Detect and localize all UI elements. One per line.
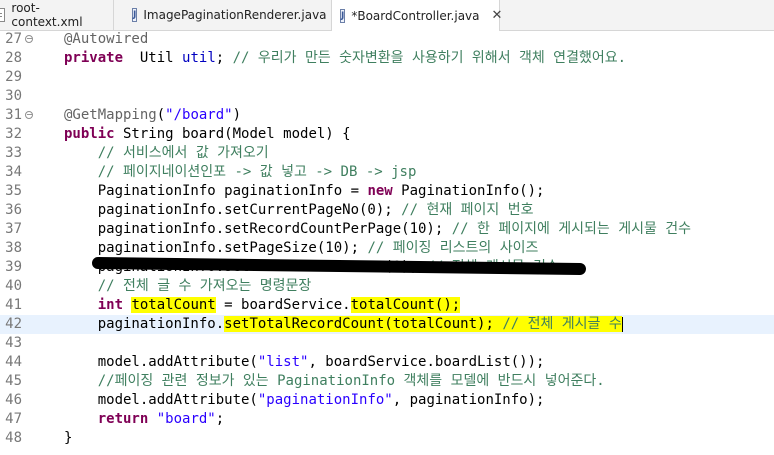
code-text: // 전체 글 수 가져오는 명령문장 — [97, 278, 312, 294]
code-text: private Util util; // 우리가 만든 숫자변환을 사용하기 … — [64, 50, 627, 66]
code-line[interactable]: 44 model.addAttribute("list", boardServi… — [0, 353, 774, 372]
line-number: 37 — [5, 221, 22, 237]
code-line[interactable]: 34 // 페이지네이션인포 -> 값 넣고 -> DB -> jsp — [0, 163, 774, 182]
java-file-icon: J — [340, 8, 346, 23]
tab-label: ImagePaginationRenderer.java — [143, 8, 327, 22]
code-text: model.addAttribute("list", boardService.… — [64, 354, 545, 370]
code-line[interactable]: 30 — [0, 87, 774, 106]
code-line[interactable]: 36 paginationInfo.setCurrentPageNo(0); /… — [0, 201, 774, 220]
code-line[interactable]: 28 private Util util; // 우리가 만든 숫자변환을 사용하… — [0, 49, 774, 68]
code-text: paginationInfo.setTotalRecordCount(total… — [64, 316, 623, 332]
code-line[interactable]: 40 // 전체 글 수 가져오는 명령문장 — [0, 277, 774, 296]
code-line[interactable]: 35 PaginationInfo paginationInfo = new P… — [0, 182, 774, 201]
code-text: return "board"; — [97, 411, 225, 427]
line-number: 48 — [5, 430, 22, 446]
line-number: 46 — [5, 392, 22, 408]
code-text: } — [64, 430, 73, 446]
fold-toggle-icon[interactable]: − — [25, 111, 33, 119]
line-number: 36 — [5, 202, 22, 218]
line-number: 43 — [5, 335, 22, 351]
tab-label: root-context.xml — [11, 1, 83, 29]
code-text: paginationInfo.setCurrentPageNo(0); // 현… — [64, 202, 534, 218]
text-cursor — [621, 316, 623, 332]
code-text: PaginationInfo paginationInfo = new Pagi… — [64, 183, 545, 199]
line-number: 45 — [5, 373, 22, 389]
line-number: 32 — [5, 126, 22, 142]
line-number: 35 — [5, 183, 22, 199]
line-number: 47 — [5, 411, 22, 427]
line-number: 30 — [5, 88, 22, 104]
code-editor[interactable]: 27− @Autowired 28 private Util util; // 우리가… — [0, 31, 774, 455]
code-line[interactable]: 27− @Autowired — [0, 30, 774, 49]
line-number: 44 — [5, 354, 22, 370]
line-number: 39 — [5, 259, 22, 275]
tab-label: *BoardController.java — [351, 8, 480, 23]
code-text: paginationInfo.setPageSize(10); // 페이징 리… — [64, 240, 539, 256]
code-line[interactable]: 37 paginationInfo.setRecordCountPerPage(… — [0, 220, 774, 239]
code-line[interactable]: 48} — [0, 429, 774, 448]
line-number: 41 — [5, 297, 22, 313]
code-line[interactable]: 45 //페이징 관련 정보가 있는 PaginationInfo 객체를 모델… — [0, 372, 774, 391]
java-file-icon: J — [132, 8, 138, 22]
code-text: @Autowired — [64, 31, 149, 47]
code-line[interactable]: 41 int totalCount = boardService.totalCo… — [0, 296, 774, 315]
tab-board-controller[interactable]: J *BoardController.java ✕ — [332, 0, 503, 31]
code-line[interactable]: 32 public String board(Model model) { — [0, 125, 774, 144]
line-number: 27 — [5, 31, 22, 47]
line-number: 34 — [5, 164, 22, 180]
line-number: 33 — [5, 145, 22, 161]
code-text: @GetMapping("/board") — [64, 107, 242, 123]
line-number: 38 — [5, 240, 22, 256]
line-number: 31 — [5, 107, 22, 123]
code-line[interactable]: 47 return "board"; — [0, 410, 774, 429]
tab-root-context-xml[interactable]: root-context.xml — [0, 0, 114, 30]
xml-file-icon — [0, 8, 6, 22]
code-text: paginationInfo.setRecordCountPerPage(10)… — [64, 221, 692, 237]
code-text: int totalCount = boardService.totalCount… — [97, 297, 461, 313]
fold-toggle-icon[interactable]: − — [25, 35, 33, 43]
code-text: // 서비스에서 값 가져오기 — [97, 145, 269, 161]
code-text: public String board(Model model) { — [64, 126, 351, 142]
code-line[interactable]: 38 paginationInfo.setPageSize(10); // 페이… — [0, 239, 774, 258]
code-line[interactable]: 31− @GetMapping("/board") — [0, 106, 774, 125]
code-text: //페이징 관련 정보가 있는 PaginationInfo 객체를 모델에 반… — [97, 373, 605, 389]
line-number: 42 — [5, 316, 22, 332]
code-text: model.addAttribute("paginationInfo", pag… — [64, 392, 545, 408]
editor-tab-bar: root-context.xml J ImagePaginationRender… — [0, 0, 774, 31]
code-line[interactable]: 33 // 서비스에서 값 가져오기 — [0, 144, 774, 163]
close-icon[interactable]: ✕ — [492, 8, 503, 23]
line-number: 29 — [5, 69, 22, 85]
code-line[interactable]: 43 — [0, 334, 774, 353]
line-number: 28 — [5, 50, 22, 66]
tab-image-pagination-renderer[interactable]: J ImagePaginationRenderer.java — [124, 0, 332, 30]
code-line[interactable]: 46 model.addAttribute("paginationInfo", … — [0, 391, 774, 410]
code-line[interactable]: 42 paginationInfo.setTotalRecordCount(to… — [0, 315, 774, 334]
code-text: // 페이지네이션인포 -> 값 넣고 -> DB -> jsp — [97, 164, 417, 180]
code-line[interactable]: 29 — [0, 68, 774, 87]
line-number: 40 — [5, 278, 22, 294]
